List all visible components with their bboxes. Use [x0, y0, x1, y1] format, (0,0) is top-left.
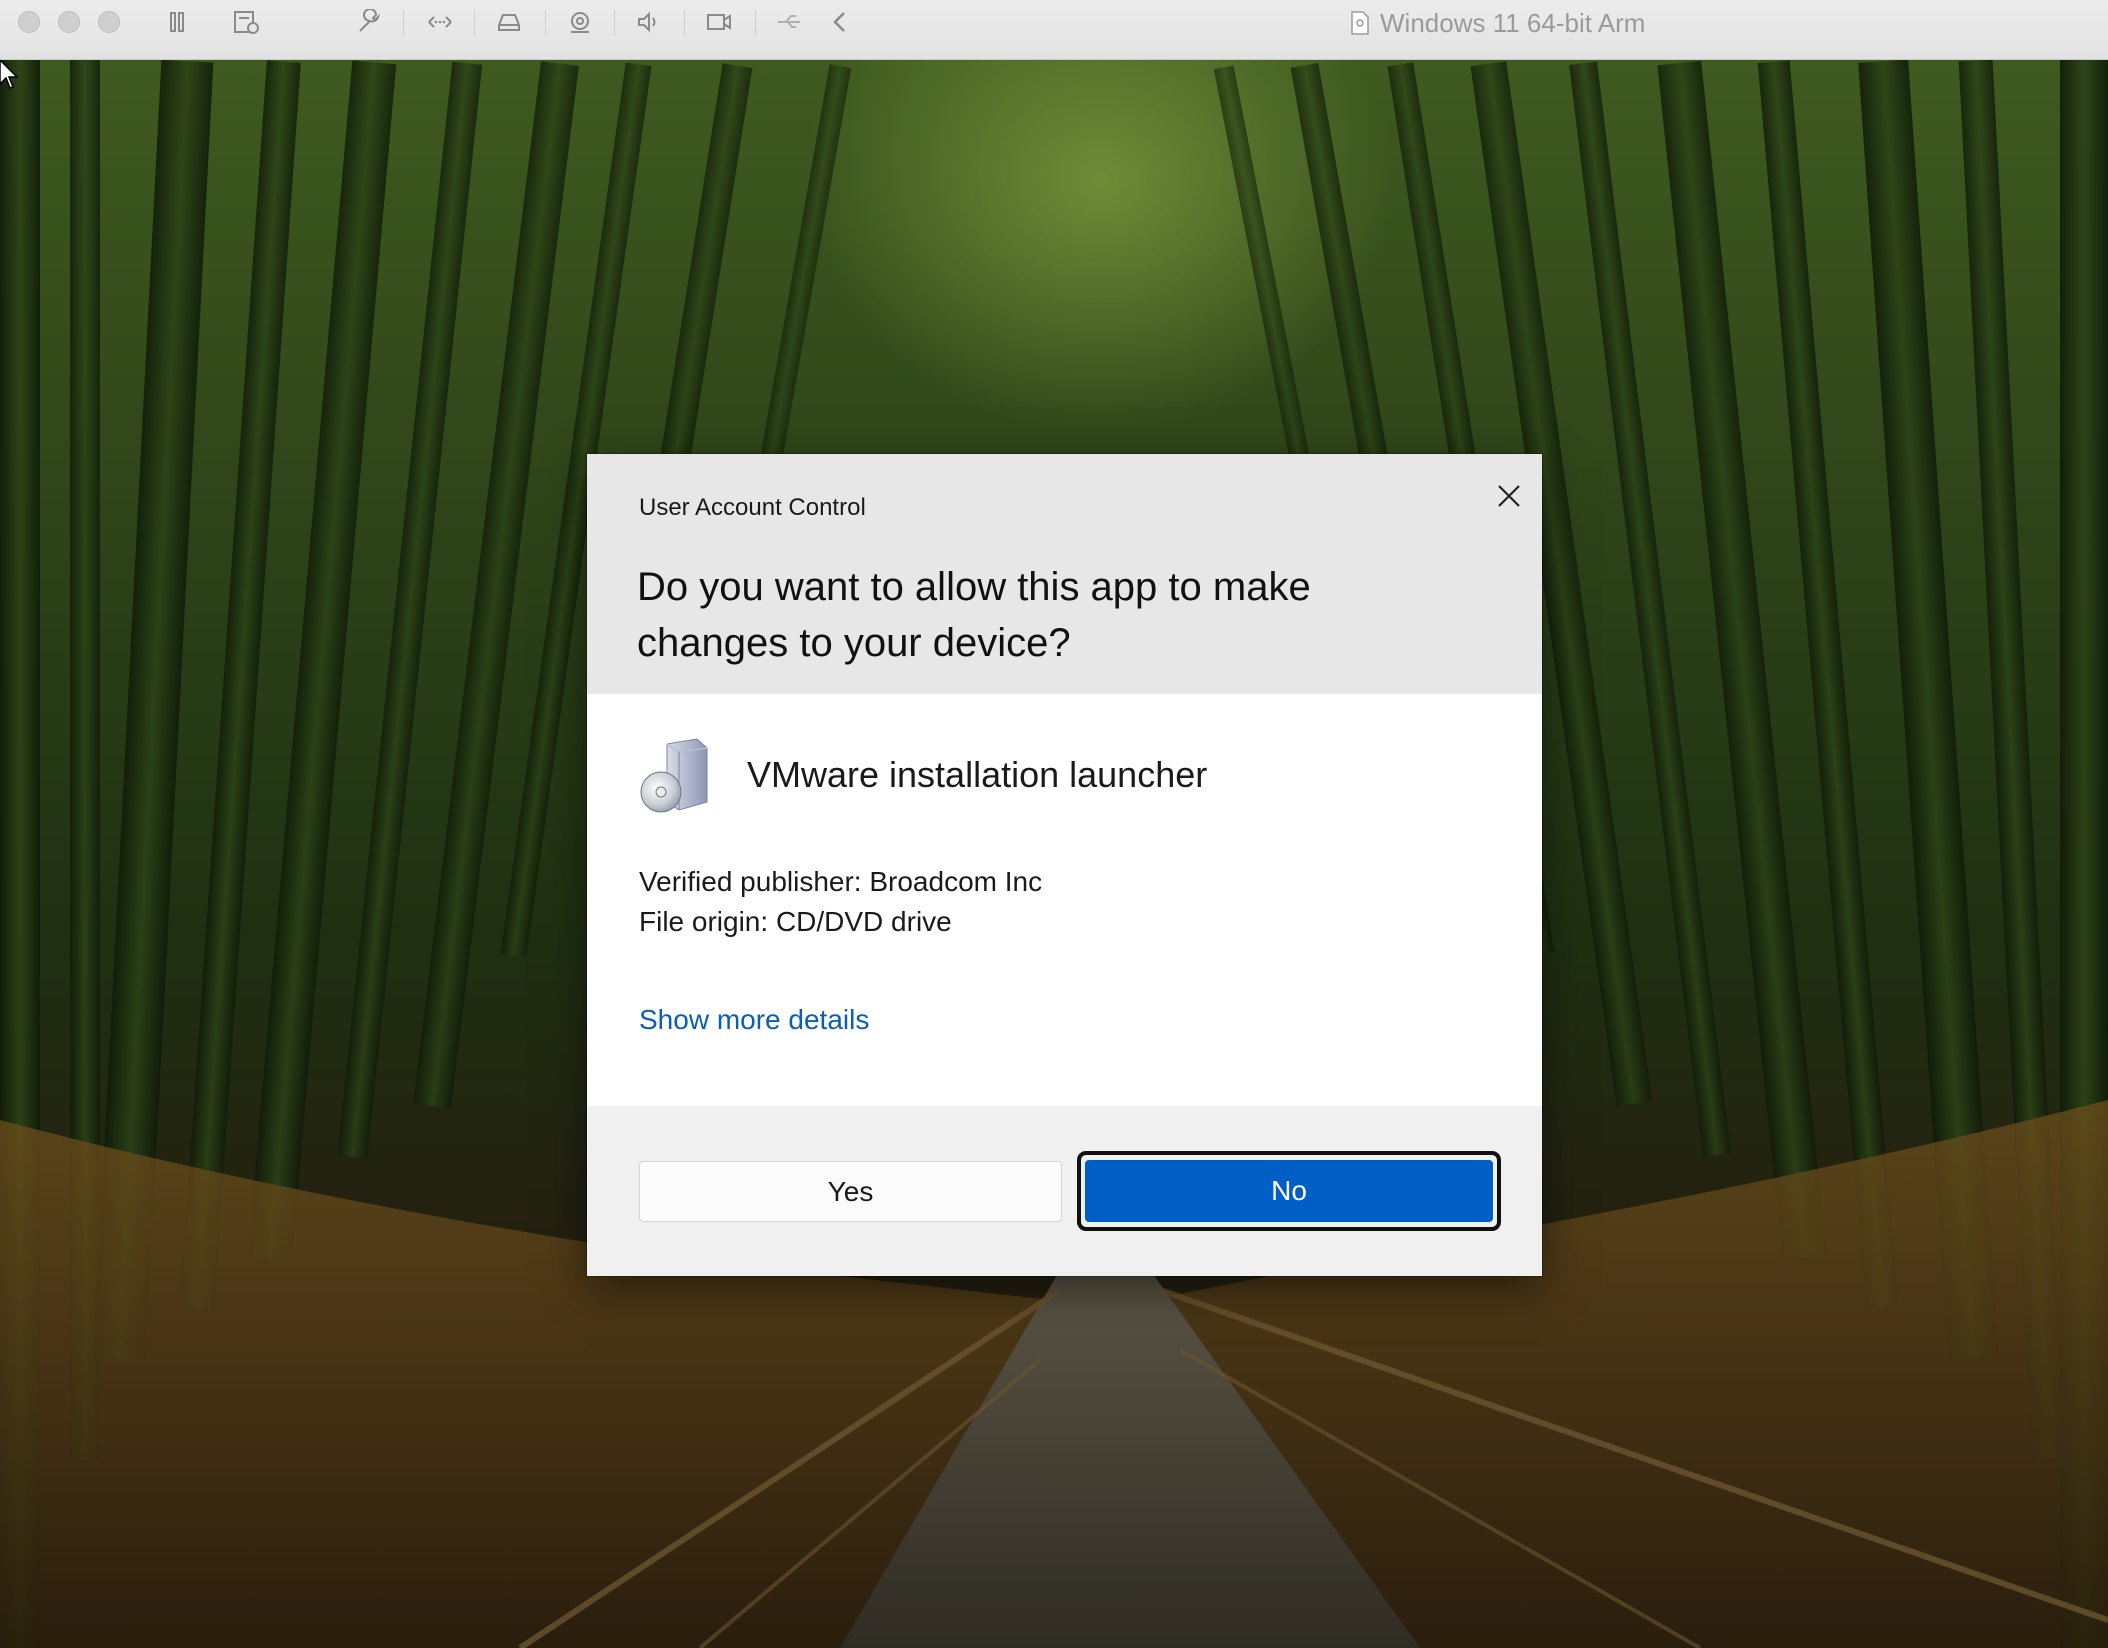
show-more-details-link[interactable]: Show more details [639, 1004, 869, 1036]
document-icon [1351, 11, 1369, 35]
dialog-caption: User Account Control [639, 494, 866, 521]
camera-sharing-icon[interactable] [563, 8, 597, 36]
app-name: VMware installation launcher [747, 754, 1208, 795]
pause-icon[interactable] [160, 8, 194, 36]
file-origin: File origin: CD/DVD drive [639, 906, 952, 937]
vm-window-title: Windows 11 64-bit Arm [1350, 8, 1645, 38]
uac-dialog: User Account Control Do you want to allo… [587, 454, 1542, 1276]
drive-icon[interactable] [492, 8, 526, 36]
network-icon[interactable] [423, 8, 457, 36]
sound-icon[interactable] [632, 8, 666, 36]
close-window-button[interactable] [18, 11, 40, 33]
vm-toolbar: Windows 11 64-bit Arm [0, 0, 2108, 60]
verified-publisher: Verified publisher: Broadcom Inc [639, 866, 1043, 897]
close-icon [1498, 485, 1520, 507]
dialog-question: Do you want to allow this app to make ch… [637, 565, 1311, 665]
installer-cd-icon [640, 738, 708, 813]
video-camera-icon[interactable] [702, 8, 736, 36]
yes-button[interactable]: Yes [639, 1161, 1062, 1222]
minimize-window-button[interactable] [58, 11, 80, 33]
no-button[interactable]: No [1085, 1160, 1493, 1222]
vm-title-text: Windows 11 64-bit Arm [1380, 7, 1646, 38]
back-chevron-icon[interactable] [824, 8, 858, 36]
usb-icon[interactable] [772, 8, 806, 36]
mouse-cursor-icon [0, 60, 18, 89]
close-button[interactable] [1487, 474, 1531, 518]
uac-header: User Account Control Do you want to allo… [587, 454, 1542, 694]
settings-wrench-icon[interactable] [352, 8, 386, 36]
snapshot-icon[interactable] [229, 8, 263, 36]
zoom-window-button[interactable] [98, 11, 120, 33]
